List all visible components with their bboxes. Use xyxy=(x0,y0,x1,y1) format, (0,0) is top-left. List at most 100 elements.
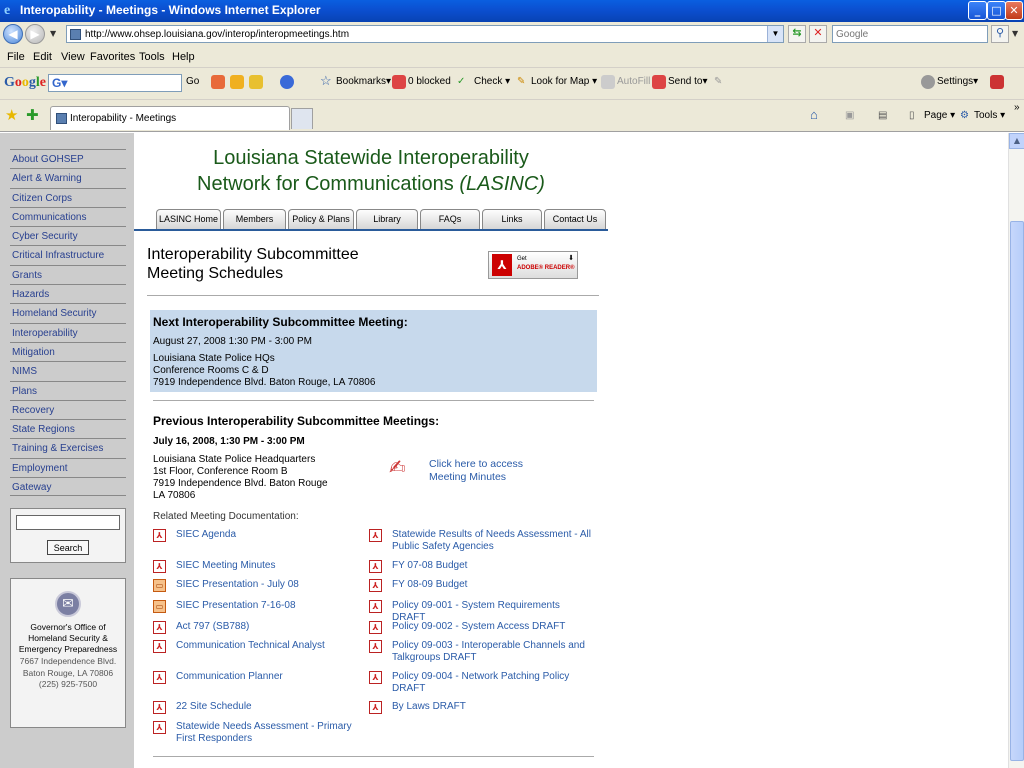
sidebar-item-state-regions[interactable]: State Regions xyxy=(10,419,126,438)
forward-button[interactable]: ▶ xyxy=(25,24,45,44)
live-search-box[interactable] xyxy=(832,25,988,43)
search-options-icon[interactable]: ▼ xyxy=(1012,29,1018,38)
toolbar-options-icon[interactable] xyxy=(990,75,1004,89)
check-button[interactable]: Check ▾ xyxy=(474,76,510,87)
tab-links[interactable]: Links xyxy=(482,209,542,229)
address-field[interactable]: http://www.ohsep.louisiana.gov/interop/i… xyxy=(66,25,784,43)
menu-help[interactable]: Help xyxy=(172,51,195,63)
feeds-icon[interactable]: ▣ xyxy=(845,110,854,121)
home-icon[interactable]: ⌂ xyxy=(810,107,818,122)
google-search-box[interactable]: G▾ xyxy=(48,74,182,92)
more-commands-icon[interactable]: » xyxy=(1014,102,1020,113)
get-adobe-reader-button[interactable]: ⅄ Get ADOBE® READER® ⬇ xyxy=(488,251,578,279)
tab-policy-plans[interactable]: Policy & Plans xyxy=(288,209,354,229)
sidebar-item-nims[interactable]: NIMS xyxy=(10,361,126,380)
minimize-button[interactable]: _ xyxy=(968,1,987,20)
sidebar-item-mitigation[interactable]: Mitigation xyxy=(10,341,126,361)
document-link-label[interactable]: Communication Technical Analyst xyxy=(176,640,363,652)
settings-button[interactable]: Settings▾ xyxy=(937,76,978,87)
document-link-label[interactable]: 22 Site Schedule xyxy=(176,701,363,713)
tab-faqs[interactable]: FAQs xyxy=(420,209,480,229)
site-search-button[interactable]: Search xyxy=(47,540,89,555)
bookmark-star-icon[interactable]: ☆ xyxy=(320,73,332,89)
menu-edit[interactable]: Edit xyxy=(33,51,52,63)
live-search-input[interactable] xyxy=(833,26,983,42)
sidebar-item-interoperability[interactable]: Interoperability xyxy=(10,322,126,342)
document-link-label[interactable]: FY 07-08 Budget xyxy=(392,560,594,572)
document-link-label[interactable]: By Laws DRAFT xyxy=(392,701,594,713)
tab-interopability-meetings[interactable]: Interopability - Meetings xyxy=(50,106,290,130)
document-link-label[interactable]: Policy 09-004 - Network Patching Policy … xyxy=(392,671,594,695)
tools-menu[interactable]: Tools ▾ xyxy=(974,110,1005,121)
tab-favicon-icon xyxy=(56,113,67,124)
look-for-map-button[interactable]: Look for Map ▾ xyxy=(531,76,597,87)
document-link-label[interactable]: Policy 09-002 - System Access DRAFT xyxy=(392,621,594,633)
menu-tools[interactable]: Tools xyxy=(139,51,165,63)
document-link-label[interactable]: Policy 09-003 - Interoperable Channels a… xyxy=(392,640,594,664)
document-link-label[interactable]: Statewide Results of Needs Assessment - … xyxy=(392,529,594,553)
search-go-button[interactable]: ⚲ xyxy=(991,25,1009,43)
page-menu[interactable]: Page ▾ xyxy=(924,110,955,121)
highlight-icon[interactable]: ✎ xyxy=(714,76,722,87)
sidebar-item-citizen-corps[interactable]: Citizen Corps xyxy=(10,187,126,207)
new-tab-button[interactable] xyxy=(291,108,313,129)
share-icon[interactable] xyxy=(280,75,294,89)
address-url[interactable]: http://www.ohsep.louisiana.gov/interop/i… xyxy=(85,29,349,40)
add-favorite-icon[interactable]: ✚ xyxy=(26,106,39,124)
sidebar-item-communications[interactable]: Communications xyxy=(10,206,126,226)
document-link-label[interactable]: Statewide Needs Assessment - Primary Fir… xyxy=(176,721,363,745)
pdf-file-icon: ⅄ xyxy=(369,640,382,653)
sidebar-item-plans[interactable]: Plans xyxy=(10,380,126,400)
sidebar-item-about-gohsep[interactable]: About GOHSEP xyxy=(10,149,126,168)
sidebar-item-cyber-security[interactable]: Cyber Security xyxy=(10,226,126,245)
bookmarks-button[interactable]: Bookmarks▾ xyxy=(336,76,391,87)
sidebar-item-critical-infrastructure[interactable]: Critical Infrastructure xyxy=(10,245,126,264)
address-dropdown-icon[interactable]: ▼ xyxy=(767,26,783,42)
document-link-label[interactable]: SIEC Agenda xyxy=(176,529,363,541)
gohsep-seal-icon: ✉ xyxy=(55,591,81,617)
stop-button[interactable]: ✕ xyxy=(809,25,827,43)
sidebar-item-gateway[interactable]: Gateway xyxy=(10,477,126,497)
download-arrow-icon: ⬇ xyxy=(568,255,574,262)
gmail-icon[interactable] xyxy=(230,75,244,89)
menu-favorites[interactable]: Favorites xyxy=(90,51,135,63)
document-link-label[interactable]: Act 797 (SB788) xyxy=(176,621,363,633)
pagerank-icon[interactable] xyxy=(211,75,225,89)
sidebar-item-training-exercises[interactable]: Training & Exercises xyxy=(10,438,126,457)
document-link-label[interactable]: Communication Planner xyxy=(176,671,363,683)
document-link-label[interactable]: FY 08-09 Budget xyxy=(392,579,594,591)
favorites-star-icon[interactable]: ★ xyxy=(5,106,18,124)
popup-icon[interactable] xyxy=(249,75,263,89)
print-icon[interactable]: ▤ xyxy=(878,110,887,121)
sidebar-item-hazards[interactable]: Hazards xyxy=(10,284,126,303)
sidebar-item-recovery[interactable]: Recovery xyxy=(10,399,126,419)
document-link-label[interactable]: SIEC Meeting Minutes xyxy=(176,560,363,572)
sidebar-item-alert-warning[interactable]: Alert & Warning xyxy=(10,168,126,187)
history-dropdown-icon[interactable]: ▼ xyxy=(50,29,56,38)
menu-file[interactable]: File xyxy=(7,51,25,63)
sidebar-item-homeland-security[interactable]: Homeland Security xyxy=(10,303,126,322)
autofill-button[interactable]: AutoFill xyxy=(617,76,650,87)
menu-view[interactable]: View xyxy=(61,51,85,63)
tab-contact-us[interactable]: Contact Us xyxy=(544,209,606,229)
back-button[interactable]: ◀ xyxy=(3,24,23,44)
scrollbar-thumb[interactable] xyxy=(1010,221,1024,761)
send-to-button[interactable]: Send to▾ xyxy=(668,76,708,87)
maximize-button[interactable]: □ xyxy=(987,1,1006,20)
site-search-input[interactable] xyxy=(16,515,120,530)
sidebar-item-grants[interactable]: Grants xyxy=(10,264,126,284)
google-go-button[interactable]: Go xyxy=(186,76,199,87)
tab-lasinc-home[interactable]: LASINC Home xyxy=(156,209,221,229)
tab-members[interactable]: Members xyxy=(223,209,286,229)
vertical-scrollbar[interactable]: ▲ xyxy=(1008,133,1024,768)
document-link-label[interactable]: SIEC Presentation - July 08 xyxy=(176,579,363,591)
close-button[interactable]: ✕ xyxy=(1005,1,1023,20)
sidebar-item-employment[interactable]: Employment xyxy=(10,457,126,477)
tab-library[interactable]: Library xyxy=(356,209,418,229)
left-sidebar: About GOHSEP Alert & Warning Citizen Corps… xyxy=(0,133,134,768)
popup-blocked-count[interactable]: 0 blocked xyxy=(408,76,451,87)
scroll-up-arrow-icon[interactable]: ▲ xyxy=(1009,133,1024,149)
refresh-button[interactable]: ⇆ xyxy=(788,25,806,43)
document-link-label[interactable]: SIEC Presentation 7-16-08 xyxy=(176,600,363,612)
window-title: Interopability - Meetings - Windows Inte… xyxy=(20,3,321,17)
